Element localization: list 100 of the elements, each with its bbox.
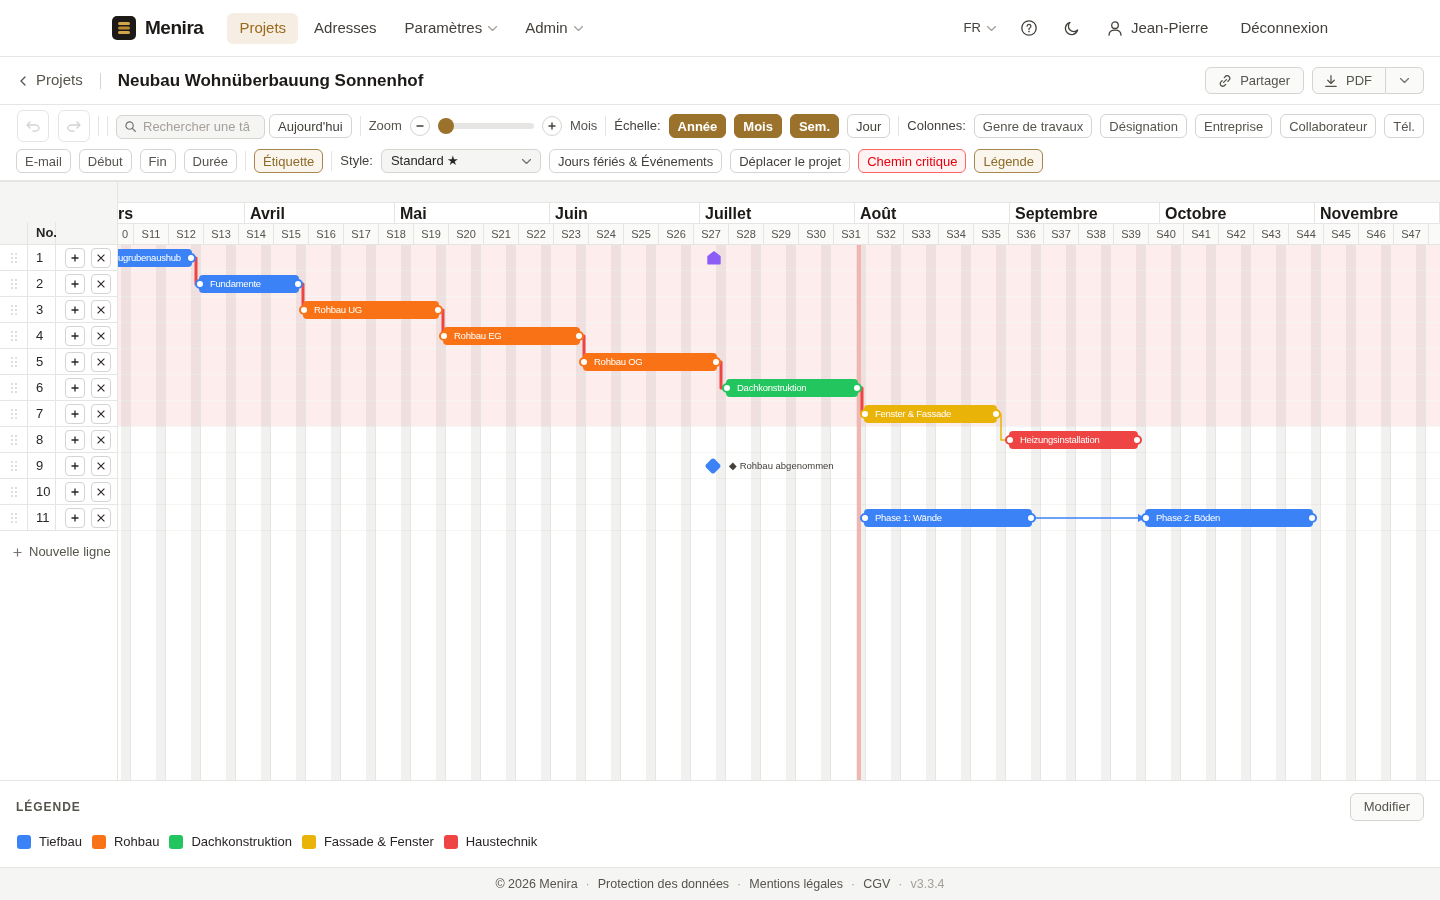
delete-row-button[interactable] [91, 351, 111, 372]
add-row-button[interactable] [65, 481, 85, 502]
pentagon-marker-icon[interactable] [707, 251, 721, 265]
language-select[interactable]: FR [963, 18, 996, 38]
resize-handle[interactable] [293, 279, 303, 289]
add-row-button[interactable] [65, 299, 85, 320]
today-button[interactable]: Aujourd'hui [269, 114, 352, 138]
moon-icon[interactable] [1063, 20, 1079, 36]
add-row-button[interactable] [65, 507, 85, 528]
add-row-button[interactable] [65, 403, 85, 424]
action-button[interactable]: Déplacer le projet [730, 149, 851, 173]
resize-handle[interactable] [186, 253, 196, 263]
drag-handle-icon[interactable] [10, 278, 17, 289]
drag-handle-icon[interactable] [10, 304, 17, 315]
resize-handle[interactable] [722, 383, 732, 393]
resize-handle[interactable] [711, 357, 721, 367]
resize-handle[interactable] [1307, 513, 1317, 523]
footer-link[interactable]: CGV [863, 874, 891, 894]
resize-handle[interactable] [439, 331, 449, 341]
delete-row-button[interactable] [91, 325, 111, 346]
delete-row-button[interactable] [91, 247, 111, 268]
drag-handle-icon[interactable] [10, 356, 17, 367]
footer-link[interactable]: Mentions légales [749, 874, 844, 894]
add-row-button[interactable] [65, 429, 85, 450]
drag-handle-icon[interactable] [10, 512, 17, 523]
drag-handle-icon[interactable] [10, 330, 17, 341]
column-toggle[interactable]: Genre de travaux [973, 114, 1093, 138]
task-bar[interactable]: Heizungsinstallation [1009, 431, 1138, 449]
drag-handle-icon[interactable] [10, 382, 17, 393]
slider-thumb[interactable] [437, 118, 454, 134]
drag-handle-icon[interactable] [10, 434, 17, 445]
style-select[interactable]: Standard ★ [380, 149, 541, 173]
delete-row-button[interactable] [91, 377, 111, 398]
column-toggle[interactable]: Tél. [1384, 114, 1424, 138]
scale-option[interactable]: Sem. [789, 114, 839, 138]
resize-handle[interactable] [852, 383, 862, 393]
label-toggle[interactable]: Étiquette [254, 149, 324, 173]
column-toggle[interactable]: Collaborateur [1280, 114, 1377, 138]
task-bar[interactable]: ugrubenaushub [118, 249, 192, 267]
nav-link[interactable]: Projets [227, 12, 299, 44]
zoom-slider[interactable] [437, 118, 534, 134]
resize-handle[interactable] [1005, 435, 1015, 445]
resize-handle[interactable] [195, 279, 205, 289]
add-row-button[interactable] [65, 273, 85, 294]
resize-handle[interactable] [299, 305, 309, 315]
resize-handle[interactable] [433, 305, 443, 315]
delete-row-button[interactable] [91, 429, 111, 450]
diamond-marker-icon[interactable] [703, 456, 723, 476]
nav-link[interactable]: Admin [513, 12, 595, 44]
add-row-button[interactable] [65, 455, 85, 476]
drag-handle-icon[interactable] [10, 460, 17, 471]
delete-row-button[interactable] [91, 455, 111, 476]
scale-option[interactable]: Mois [734, 114, 782, 138]
legend-label: Rohbau [113, 833, 160, 851]
view-toggle[interactable]: Légende [974, 149, 1044, 173]
resize-handle[interactable] [1132, 435, 1142, 445]
resize-handle[interactable] [579, 357, 589, 367]
add-row-button[interactable] [65, 351, 85, 372]
resize-handle[interactable] [1141, 513, 1151, 523]
scale-option[interactable]: Année [668, 114, 727, 138]
logout-link[interactable]: Déconnexion [1240, 16, 1328, 40]
delete-row-button[interactable] [91, 403, 111, 424]
column-toggle[interactable]: Durée [183, 149, 238, 173]
back-link[interactable]: Projets [20, 69, 83, 92]
delete-row-button[interactable] [91, 299, 111, 320]
resize-handle[interactable] [574, 331, 584, 341]
column-toggle[interactable]: E-mail [16, 149, 71, 173]
new-row-button[interactable]: Nouvelle ligne [13, 542, 111, 562]
help-icon[interactable] [1020, 20, 1037, 36]
column-toggle[interactable]: Fin [139, 149, 176, 173]
scale-option[interactable]: Jour [847, 114, 891, 138]
task-bar[interactable]: Phase 2: Böden [1145, 509, 1313, 527]
drag-handle-icon[interactable] [10, 252, 17, 263]
column-toggle[interactable]: Entreprise [1194, 114, 1273, 138]
column-toggle[interactable]: Désignation [1100, 114, 1187, 138]
delete-row-button[interactable] [91, 481, 111, 502]
resize-handle[interactable] [1026, 513, 1036, 523]
task-bar[interactable]: Fundamente [199, 275, 299, 293]
edit-button[interactable]: Modifier [1349, 793, 1424, 821]
resize-handle[interactable] [991, 409, 1001, 419]
search-field[interactable]: Rechercher une tâ [116, 114, 265, 139]
footer-link[interactable]: Protection des données [597, 874, 730, 894]
drag-handle-icon[interactable] [10, 486, 17, 497]
delete-row-button[interactable] [91, 273, 111, 294]
pdf-button[interactable]: PDF [1312, 67, 1386, 94]
view-toggle[interactable]: Jours fériés & Événements [548, 149, 723, 173]
column-toggle[interactable]: Début [78, 149, 132, 173]
task-bar[interactable]: Phase 1: Wände [864, 509, 1032, 527]
nav-link[interactable]: Paramètres [392, 12, 510, 44]
drag-handle-icon[interactable] [10, 408, 17, 419]
add-row-button[interactable] [65, 377, 85, 398]
delete-row-button[interactable] [91, 507, 111, 528]
nav-link[interactable]: Adresses [302, 12, 389, 44]
view-toggle[interactable]: Chemin critique [858, 149, 967, 173]
resize-handle[interactable] [860, 409, 870, 419]
add-row-button[interactable] [65, 247, 85, 268]
user-menu-button[interactable]: Jean-Pierre [1107, 16, 1209, 40]
share-button[interactable]: Partager [1205, 67, 1304, 94]
resize-handle[interactable] [860, 513, 870, 523]
add-row-button[interactable] [65, 325, 85, 346]
